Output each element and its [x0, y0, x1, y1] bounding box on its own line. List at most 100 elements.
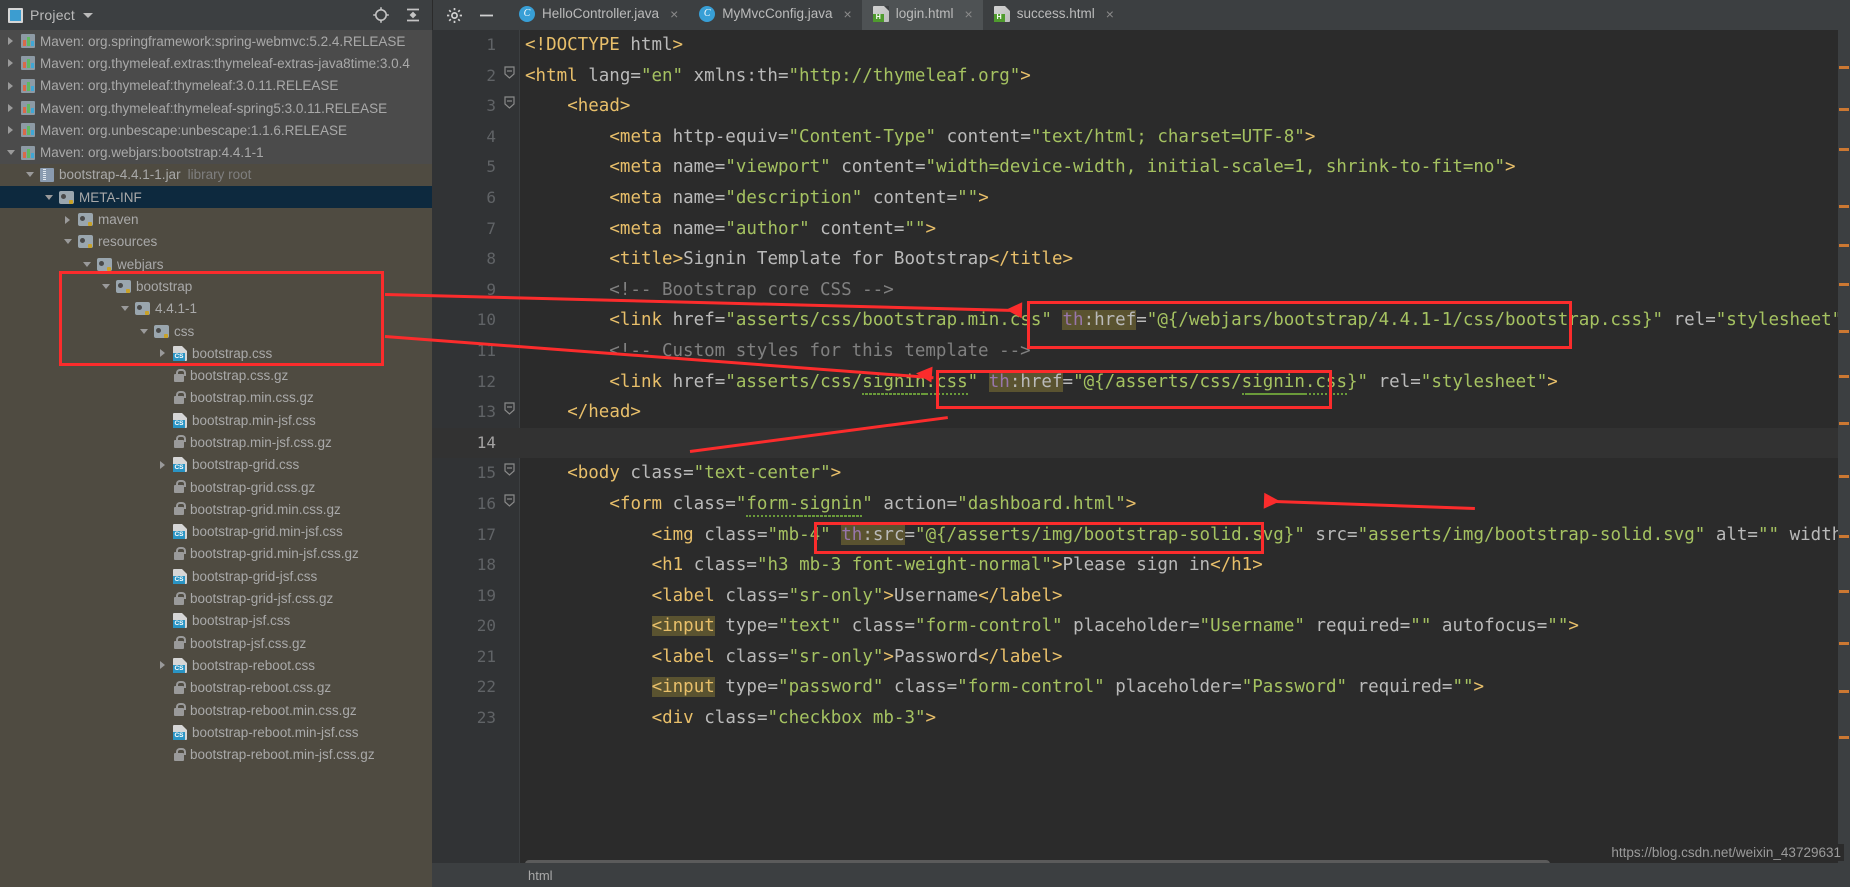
code-line[interactable]: 15 <body class="text-center"> [432, 458, 1850, 489]
code-line[interactable]: 13 </head> [432, 397, 1850, 428]
tree-row[interactable]: bootstrap.min-jsf.css [0, 409, 432, 431]
project-tree[interactable]: Maven: org.springframework:spring-webmvc… [0, 30, 432, 887]
code-line[interactable]: 19 <label class="sr-only">Username</labe… [432, 581, 1850, 612]
code-line[interactable]: 6 <meta name="description" content=""> [432, 183, 1850, 214]
tree-row[interactable]: bootstrap-grid.min.css.gz [0, 498, 432, 520]
watermark-url: https://blog.csdn.net/weixin_43729631 [1608, 844, 1844, 861]
chevron-right-icon[interactable] [156, 661, 169, 669]
tree-row[interactable]: css [0, 320, 432, 342]
fold-marker-icon[interactable] [502, 458, 516, 489]
tree-row[interactable]: Maven: org.thymeleaf:thymeleaf:3.0.11.RE… [0, 74, 432, 97]
code-editor[interactable]: 1 <!DOCTYPE html> 2 <html lang="en" xmlns:t… [432, 30, 1850, 887]
tree-row[interactable]: bootstrap-grid-jsf.css.gz [0, 587, 432, 609]
minimize-icon[interactable] [477, 6, 495, 24]
tree-row[interactable]: bootstrap-jsf.css.gz [0, 632, 432, 654]
chevron-right-icon[interactable] [156, 461, 169, 469]
collapse-all-icon[interactable] [404, 6, 422, 24]
chevron-right-icon[interactable] [4, 37, 17, 45]
code-line[interactable]: 14 [432, 427, 1850, 459]
code-line[interactable]: 23 <div class="checkbox mb-3"> [432, 703, 1850, 734]
breadcrumb[interactable]: html [432, 863, 1850, 887]
fold-marker-icon[interactable] [502, 397, 516, 428]
tree-row[interactable]: bootstrap.min-jsf.css.gz [0, 431, 432, 453]
fold-marker-icon[interactable] [502, 91, 516, 122]
tree-row[interactable]: bootstrap-grid.min-jsf.css.gz [0, 543, 432, 565]
tree-row[interactable]: bootstrap.css.gz [0, 364, 432, 386]
code-line[interactable]: 8 <title>Signin Template for Bootstrap</… [432, 244, 1850, 275]
close-icon[interactable]: × [844, 7, 852, 21]
tree-row[interactable]: maven [0, 208, 432, 230]
tree-row[interactable]: bootstrap.min.css.gz [0, 387, 432, 409]
chevron-right-icon[interactable] [4, 82, 17, 90]
chevron-down-icon[interactable] [137, 329, 150, 334]
chevron-down-icon[interactable] [42, 195, 55, 200]
code-line[interactable]: 22 <input type="password" class="form-co… [432, 672, 1850, 703]
chevron-down-icon[interactable] [61, 239, 74, 244]
chevron-down-icon[interactable] [4, 150, 17, 155]
code-line[interactable]: 10 <link href="asserts/css/bootstrap.min… [432, 305, 1850, 336]
error-stripe[interactable] [1838, 30, 1850, 887]
fold-marker-icon[interactable] [502, 489, 516, 520]
code-line[interactable]: 3 <head> [432, 91, 1850, 122]
chevron-right-icon[interactable] [61, 216, 74, 224]
tree-row[interactable]: bootstrap-reboot.css [0, 654, 432, 676]
chevron-down-icon[interactable] [23, 172, 36, 177]
code-line[interactable]: 1 <!DOCTYPE html> [432, 30, 1850, 61]
tree-row[interactable]: bootstrap-grid.css [0, 454, 432, 476]
tree-row[interactable]: bootstrap-4.4.1-1.jar library root [0, 164, 432, 186]
chevron-down-icon[interactable] [99, 284, 112, 289]
tree-row[interactable]: bootstrap.css [0, 342, 432, 364]
chevron-right-icon[interactable] [4, 126, 17, 134]
tree-row[interactable]: resources [0, 231, 432, 253]
chevron-down-icon[interactable] [80, 262, 93, 267]
tree-row[interactable]: Maven: org.springframework:spring-webmvc… [0, 30, 432, 53]
chevron-down-icon[interactable] [118, 306, 131, 311]
code-line[interactable]: 7 <meta name="author" content=""> [432, 214, 1850, 245]
code-lines[interactable]: 1 <!DOCTYPE html> 2 <html lang="en" xmlns:t… [432, 30, 1850, 887]
code-line[interactable]: 18 <h1 class="h3 mb-3 font-weight-normal… [432, 550, 1850, 581]
editor-tab-mymvcconfig-java[interactable]: C MyMvcConfig.java × [688, 0, 861, 30]
code-line[interactable]: 4 <meta http-equiv="Content-Type" conten… [432, 122, 1850, 153]
tree-row[interactable]: Maven: org.webjars:bootstrap:4.4.1-1 [0, 141, 432, 164]
tree-row[interactable]: bootstrap-grid-jsf.css [0, 565, 432, 587]
tree-row[interactable]: Maven: org.thymeleaf.extras:thymeleaf-ex… [0, 52, 432, 75]
tree-row[interactable]: bootstrap-reboot.css.gz [0, 677, 432, 699]
project-panel-actions [372, 6, 432, 24]
code-line[interactable]: 17 <img class="mb-4" th:src="@{/asserts/… [432, 520, 1850, 551]
code-line[interactable]: 21 <label class="sr-only">Password</labe… [432, 642, 1850, 673]
close-icon[interactable]: × [965, 7, 973, 21]
tree-row-label: bootstrap.min.css.gz [190, 390, 314, 406]
code-line[interactable]: 5 <meta name="viewport" content="width=d… [432, 152, 1850, 183]
tree-row[interactable]: Maven: org.unbescape:unbescape:1.1.6.REL… [0, 119, 432, 142]
code-line[interactable]: 16 <form class="form-signin" action="das… [432, 489, 1850, 520]
editor-tab-login-html[interactable]: login.html × [861, 0, 983, 30]
chevron-down-icon[interactable] [82, 12, 93, 18]
tree-row[interactable]: bootstrap-reboot.min-jsf.css [0, 721, 432, 743]
tree-row[interactable]: bootstrap-grid.css.gz [0, 476, 432, 498]
locate-target-icon[interactable] [372, 6, 390, 24]
code-line[interactable]: 12 <link href="asserts/css/signin.css" t… [432, 367, 1850, 398]
tree-row[interactable]: META-INF [0, 186, 432, 209]
chevron-right-icon[interactable] [4, 104, 17, 112]
code-line[interactable]: 20 <input type="text" class="form-contro… [432, 611, 1850, 642]
close-icon[interactable]: × [1106, 7, 1114, 21]
chevron-right-icon[interactable] [156, 349, 169, 357]
code-line[interactable]: 9 <!-- Bootstrap core CSS --> [432, 275, 1850, 306]
close-icon[interactable]: × [670, 7, 678, 21]
tree-row[interactable]: Maven: org.thymeleaf:thymeleaf-spring5:3… [0, 96, 432, 120]
gear-icon[interactable] [445, 6, 463, 24]
editor-tab-success-html[interactable]: success.html × [983, 0, 1124, 30]
chevron-right-icon[interactable] [4, 59, 17, 67]
tree-row[interactable]: bootstrap-reboot.min-jsf.css.gz [0, 744, 432, 766]
tree-row[interactable]: webjars [0, 253, 432, 275]
tree-row[interactable]: bootstrap-reboot.min.css.gz [0, 699, 432, 721]
tree-row[interactable]: bootstrap [0, 275, 432, 297]
code-line[interactable]: 11 <!-- Custom styles for this template … [432, 336, 1850, 367]
editor-tab-hellocontroller-java[interactable]: C HelloController.java × [508, 0, 688, 30]
tree-row[interactable]: 4.4.1-1 [0, 298, 432, 320]
fold-marker-icon[interactable] [502, 61, 516, 92]
tree-row[interactable]: bootstrap-grid.min-jsf.css [0, 521, 432, 543]
tree-row[interactable]: bootstrap-jsf.css [0, 610, 432, 632]
css-file-icon [173, 613, 187, 629]
code-line[interactable]: 2 <html lang="en" xmlns:th="http://thymel… [432, 61, 1850, 92]
